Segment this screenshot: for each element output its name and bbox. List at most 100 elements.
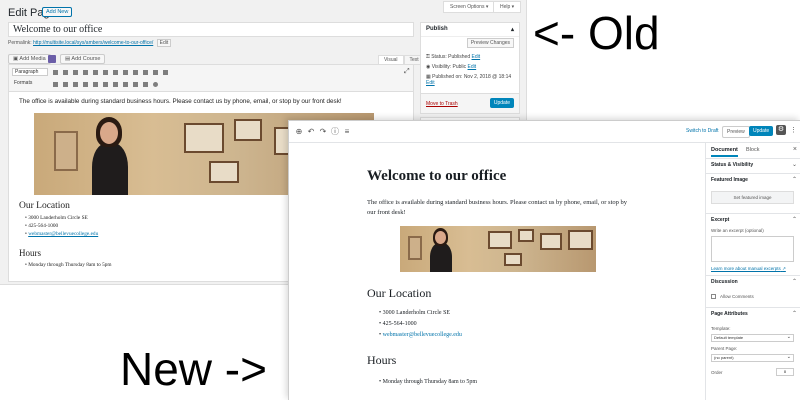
allow-comments-checkbox[interactable] bbox=[711, 294, 716, 299]
outdent-icon[interactable] bbox=[113, 82, 118, 87]
excerpt-textarea[interactable] bbox=[711, 236, 794, 262]
featured-image-panel[interactable]: Featured Image ⌃ Set featured image bbox=[706, 174, 800, 214]
clear-formatting-icon[interactable] bbox=[93, 82, 98, 87]
permalink-edit-button[interactable]: Edit bbox=[156, 39, 172, 47]
tab-block[interactable]: Block bbox=[746, 147, 759, 153]
update-button[interactable]: Update bbox=[489, 98, 514, 108]
bulleted-list-icon[interactable] bbox=[73, 70, 78, 75]
excerpt-help-link[interactable]: Learn more about manual excerpts ↗ bbox=[711, 266, 786, 272]
unlink-icon[interactable] bbox=[143, 70, 148, 75]
visibility-row: ◉ Visibility: Public Edit bbox=[426, 64, 476, 70]
tinymce-toolbar: Paragraph ⤢ Formats bbox=[9, 65, 413, 92]
indent-icon[interactable] bbox=[123, 82, 128, 87]
align-left-icon[interactable] bbox=[103, 70, 108, 75]
new-annotation: New -> bbox=[120, 343, 267, 395]
date-edit-link[interactable]: Edit bbox=[426, 80, 435, 86]
paragraph-block[interactable]: The office is available during standard … bbox=[367, 198, 627, 218]
more-menu-icon[interactable]: ⋮ bbox=[790, 126, 797, 134]
chevron-up-icon[interactable]: ⌃ bbox=[792, 278, 797, 285]
list-item: 425-564-1000 bbox=[379, 321, 462, 327]
editor-canvas[interactable]: Welcome to our office The office is avai… bbox=[289, 143, 704, 400]
excerpt-help-link-label: Learn more about manual excerpts bbox=[711, 266, 781, 271]
title-input[interactable]: Welcome to our office bbox=[8, 22, 414, 37]
permalink-label: Permalink: bbox=[8, 40, 32, 46]
post-title[interactable]: Welcome to our office bbox=[367, 168, 506, 185]
block-navigation-icon[interactable]: ≡ bbox=[343, 128, 351, 136]
image-block[interactable] bbox=[400, 226, 596, 272]
new-block-editor: ⊕ ↶ ↷ ⓘ ≡ Switch to Draft Preview Update… bbox=[288, 120, 800, 400]
settings-gear-icon[interactable]: ⚙ bbox=[776, 125, 786, 135]
add-media-label: Add Media bbox=[19, 56, 46, 62]
redo-icon[interactable] bbox=[143, 82, 148, 87]
format-select[interactable]: Paragraph bbox=[12, 68, 48, 76]
text-color-icon[interactable] bbox=[73, 82, 78, 87]
toolbar-toggle-icon[interactable] bbox=[163, 70, 168, 75]
status-edit-link[interactable]: Edit bbox=[472, 54, 481, 60]
align-right-icon[interactable] bbox=[123, 70, 128, 75]
template-select[interactable]: Default template bbox=[711, 334, 794, 342]
help-icon[interactable] bbox=[153, 82, 158, 87]
list-item: 3000 Landerholm Circle SE bbox=[25, 215, 98, 221]
redo-icon[interactable]: ↷ bbox=[319, 128, 327, 136]
order-input[interactable]: 0 bbox=[776, 368, 794, 376]
email-link[interactable]: webmaster@bellevuecollege.edu bbox=[383, 332, 462, 338]
italic-icon[interactable] bbox=[63, 70, 68, 75]
plugin-icon[interactable] bbox=[48, 55, 56, 63]
add-course-label: Add Course bbox=[71, 56, 101, 62]
parent-page-select[interactable]: (no parent) bbox=[711, 354, 794, 362]
numbered-list-icon[interactable] bbox=[83, 70, 88, 75]
switch-to-draft-link[interactable]: Switch to Draft bbox=[686, 128, 719, 134]
preview-button[interactable]: Preview bbox=[722, 126, 750, 138]
preview-changes-button[interactable]: Preview Changes bbox=[466, 38, 514, 48]
add-course-button[interactable]: ▤ Add Course bbox=[60, 54, 106, 64]
excerpt-panel[interactable]: Excerpt ⌃ Write an excerpt (optional) Le… bbox=[706, 214, 800, 276]
align-center-icon[interactable] bbox=[113, 70, 118, 75]
formats-dropdown[interactable]: Formats bbox=[12, 80, 42, 88]
chevron-down-icon[interactable]: ⌄ bbox=[792, 161, 797, 168]
visibility-edit-link[interactable]: Edit bbox=[468, 64, 477, 70]
fullscreen-icon[interactable]: ⤢ bbox=[404, 68, 410, 76]
close-icon[interactable]: × bbox=[793, 146, 797, 153]
hours-heading-block[interactable]: Hours bbox=[367, 353, 396, 368]
tab-document[interactable]: Document bbox=[711, 147, 738, 157]
status-visibility-panel[interactable]: Status & Visibility ⌄ bbox=[706, 159, 800, 174]
panel-heading: Excerpt bbox=[711, 217, 730, 223]
permalink: Permalink: http://multisite.local/sys/am… bbox=[8, 39, 172, 47]
update-button[interactable]: Update bbox=[749, 126, 774, 136]
help-button[interactable]: Help ▾ bbox=[493, 1, 522, 13]
justify-icon[interactable] bbox=[63, 82, 68, 87]
chevron-up-icon[interactable]: ⌃ bbox=[792, 216, 797, 223]
discussion-panel[interactable]: Discussion ⌃ Allow Comments bbox=[706, 276, 800, 308]
special-character-icon[interactable] bbox=[103, 82, 108, 87]
email-link[interactable]: webmaster@bellevuecollege.edu bbox=[28, 231, 98, 237]
list-item: 425-564-1000 bbox=[25, 223, 98, 229]
allow-comments-label: Allow Comments bbox=[720, 294, 754, 299]
add-new-button[interactable]: Add New bbox=[42, 7, 73, 17]
publish-footer: Move to Trash Update bbox=[421, 93, 519, 113]
hours-list-block[interactable]: Monday through Thursday 8am to 5pm bbox=[379, 379, 477, 385]
location-list-block[interactable]: 3000 Landerholm Circle SE 425-564-1000 w… bbox=[379, 310, 462, 343]
visibility-label: Visibility: Public bbox=[431, 64, 467, 70]
page-attributes-panel[interactable]: Page Attributes ⌃ Template: Default temp… bbox=[706, 308, 800, 400]
info-icon[interactable]: ⓘ bbox=[331, 128, 339, 136]
chevron-up-icon[interactable]: ⌃ bbox=[792, 176, 797, 183]
paste-text-icon[interactable] bbox=[83, 82, 88, 87]
move-to-trash-link[interactable]: Move to Trash bbox=[426, 101, 458, 107]
screen-options-button[interactable]: Screen Options ▾ bbox=[443, 1, 496, 13]
caret-up-icon[interactable]: ▴ bbox=[511, 26, 514, 33]
order-label: Order bbox=[711, 370, 723, 375]
undo-icon[interactable] bbox=[133, 82, 138, 87]
set-featured-image-button[interactable]: Set featured image bbox=[711, 191, 794, 204]
bold-icon[interactable] bbox=[53, 70, 58, 75]
chevron-up-icon[interactable]: ⌃ bbox=[792, 310, 797, 317]
add-block-icon[interactable]: ⊕ bbox=[295, 128, 303, 136]
add-media-button[interactable]: ▣ Add Media bbox=[8, 54, 51, 64]
underline-icon[interactable] bbox=[53, 82, 58, 87]
undo-icon[interactable]: ↶ bbox=[307, 128, 315, 136]
permalink-url[interactable]: http://multisite.local/sys/ambers/welcom… bbox=[33, 40, 153, 46]
read-more-icon[interactable] bbox=[153, 70, 158, 75]
parent-page-label: Parent Page: bbox=[711, 346, 738, 351]
link-icon[interactable] bbox=[133, 70, 138, 75]
blockquote-icon[interactable] bbox=[93, 70, 98, 75]
location-heading-block[interactable]: Our Location bbox=[367, 286, 431, 301]
